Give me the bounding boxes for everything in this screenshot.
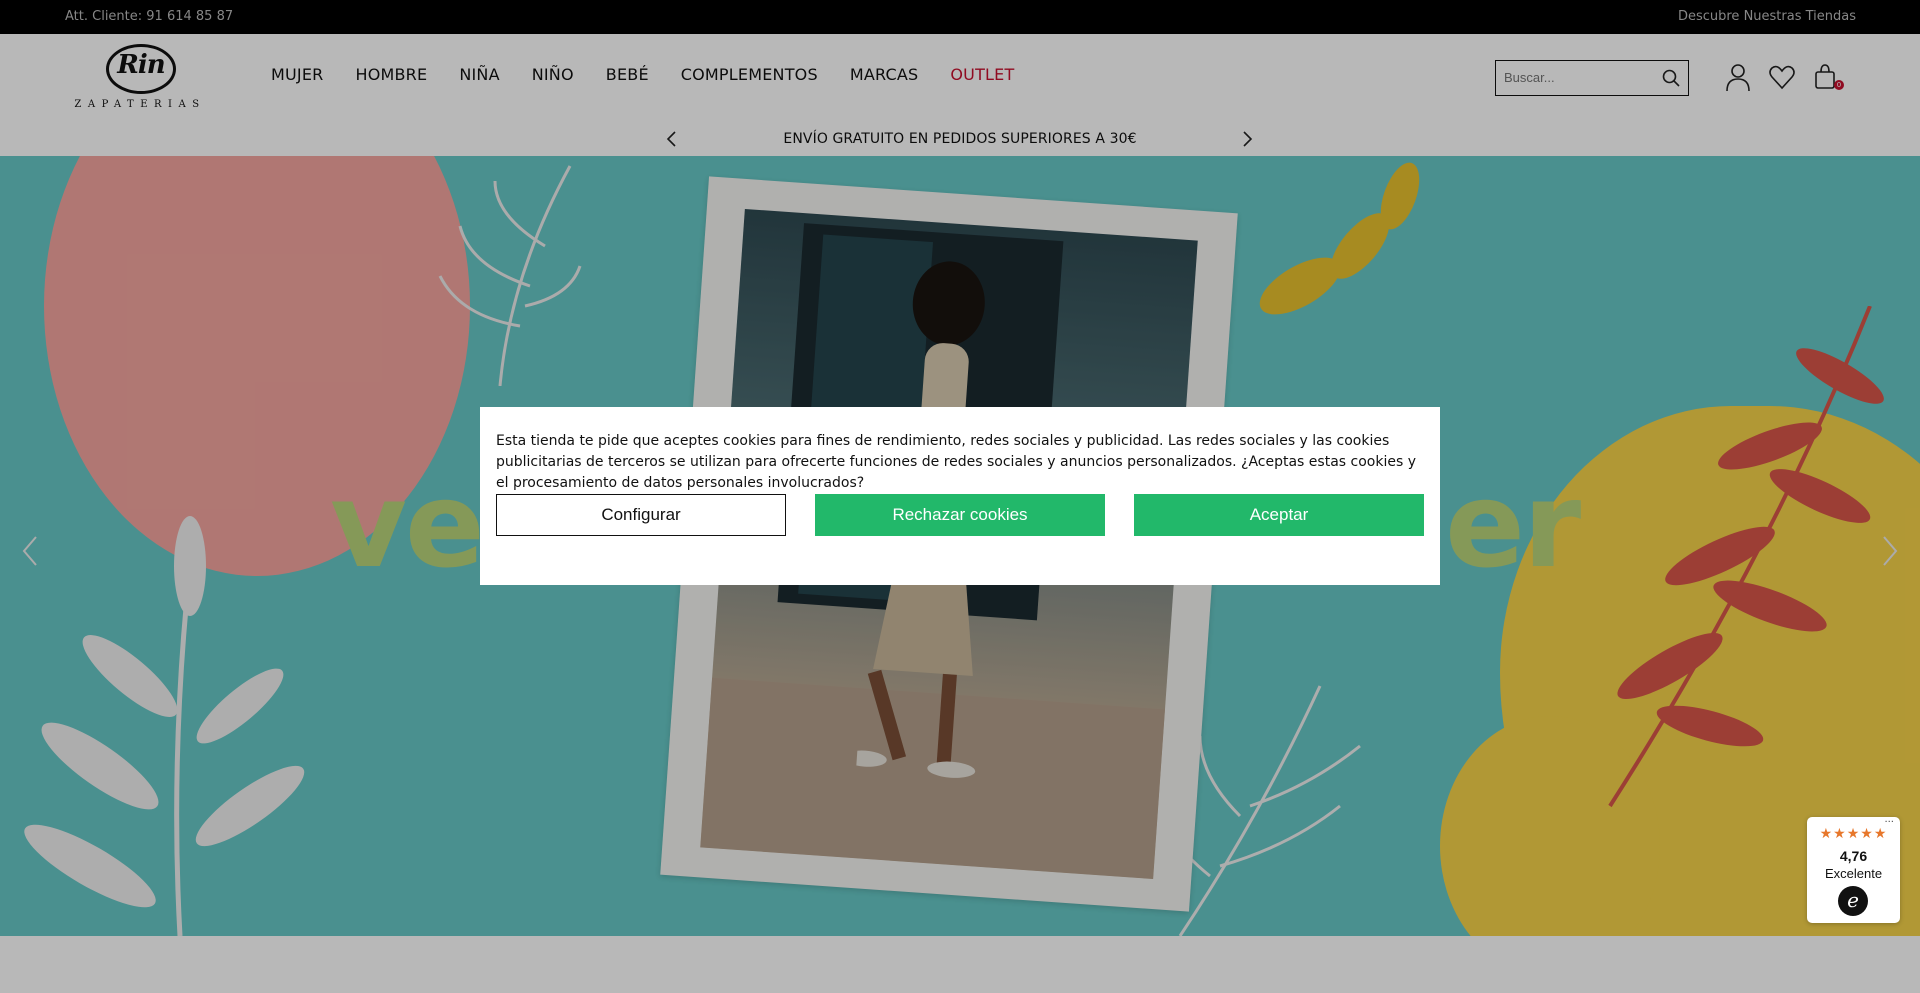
cookie-consent-dialog: Esta tienda te pide que aceptes cookies … [480, 407, 1440, 585]
cookie-message: Esta tienda te pide que aceptes cookies … [496, 433, 1416, 491]
trust-badge-icon: e [1838, 886, 1868, 916]
configure-button[interactable]: Configurar [496, 494, 786, 536]
rating-widget[interactable]: ··· ★★★★★ 4,76 Excelente e [1807, 817, 1900, 923]
reject-cookies-button[interactable]: Rechazar cookies [815, 494, 1105, 536]
rating-stars: ★★★★★ [1819, 826, 1888, 842]
rating-label: Excelente [1824, 866, 1883, 881]
rating-score: 4,76 [1839, 848, 1868, 864]
accept-button[interactable]: Aceptar [1134, 494, 1424, 536]
